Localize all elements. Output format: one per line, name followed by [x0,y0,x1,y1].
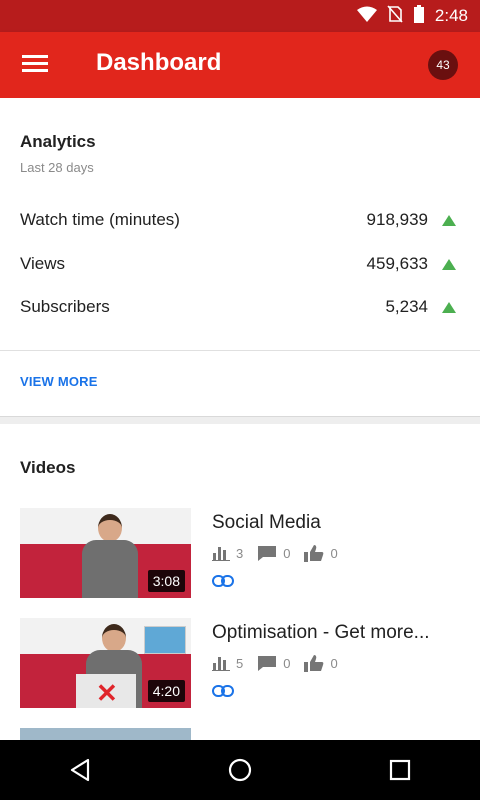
metric-value: 459,633 [366,254,428,273]
metric-label: Watch time (minutes) [20,210,180,229]
comments-count: 0 [283,655,291,671]
status-icons: 2:48 [356,0,468,32]
thumb-up-icon [304,655,324,672]
video-item[interactable]: ✕ 4:20 Optimisation - Get more... 5 0 0 [0,618,480,718]
metric-label: Views [20,254,66,273]
view-more-button[interactable]: VIEW MORE [20,374,98,389]
video-thumbnail[interactable]: ✕ 4:20 [20,618,191,708]
metric-row-views: Views 459,633 [20,254,460,278]
video-thumbnail[interactable]: 3:08 [20,508,191,598]
video-item[interactable]: 3:08 Social Media 3 0 0 [0,508,480,608]
video-stats: 3 0 0 [212,544,352,562]
video-duration: 4:20 [147,680,185,702]
person-head [102,624,126,652]
page-title: Dashboard [96,49,222,76]
analytics-period: Last 28 days [20,160,94,175]
video-stats: 5 0 0 [212,654,352,672]
analytics-card: Analytics Last 28 days Watch time (minut… [0,98,480,416]
comments-stat: 0 [257,655,290,671]
video-item-partial[interactable] [0,728,480,740]
likes-count: 0 [330,655,338,671]
video-title[interactable]: Optimisation - Get more... [212,622,430,644]
video-thumbnail[interactable] [20,728,191,740]
views-count: 3 [236,545,244,561]
views-count: 5 [236,655,244,671]
link-icon[interactable] [212,574,234,592]
divider [0,350,480,351]
no-sim-icon [387,4,403,28]
bar-chart-icon [212,657,230,671]
home-icon [228,758,252,782]
home-button[interactable] [210,740,270,800]
recents-icon [389,759,411,781]
likes-count: 0 [330,545,338,561]
status-bar: 2:48 [0,0,480,32]
trend-up-icon [442,302,456,313]
menu-icon [22,53,48,78]
analytics-title: Analytics [20,132,96,151]
likes-stat: 0 [304,654,338,672]
video-duration: 3:08 [147,570,185,592]
thumbnail-inset-image [144,626,186,654]
comment-icon [258,656,277,671]
battery-icon [413,4,425,28]
trend-up-icon [442,259,456,270]
comments-stat: 0 [257,545,290,561]
thumbnail-person [82,514,138,598]
metric-value: 5,234 [385,297,428,316]
account-avatar[interactable]: 43 [428,50,458,80]
trend-up-icon [442,215,456,226]
status-time: 2:48 [434,6,468,25]
metric-row-watch-time: Watch time (minutes) 918,939 [20,210,460,234]
views-stat: 3 [212,545,243,561]
thumbnail-laptop: ✕ [76,674,136,708]
link-icon[interactable] [212,684,234,702]
menu-button[interactable] [18,49,52,81]
views-stat: 5 [212,655,243,671]
thumb-up-icon [304,545,324,562]
videos-title: Videos [20,458,76,477]
comment-icon [258,546,277,561]
wifi-icon [356,6,377,27]
comments-count: 0 [283,545,291,561]
system-nav-bar [0,740,480,800]
back-icon [70,758,90,782]
app-toolbar: Dashboard 43 [0,32,480,98]
metric-row-subscribers: Subscribers 5,234 [20,297,460,321]
likes-stat: 0 [304,544,338,562]
metric-label: Subscribers [20,297,110,316]
bar-chart-icon [212,547,230,561]
video-title[interactable]: Social Media [212,512,321,534]
person-torso [82,540,138,598]
back-button[interactable] [50,740,110,800]
metric-value: 918,939 [366,210,428,229]
recents-button[interactable] [370,740,430,800]
person-head [98,514,122,542]
videos-card: Videos 3:08 Social Media 3 0 0 ✕ 4:20 Op… [0,424,480,740]
x-mark-icon: ✕ [96,678,118,708]
